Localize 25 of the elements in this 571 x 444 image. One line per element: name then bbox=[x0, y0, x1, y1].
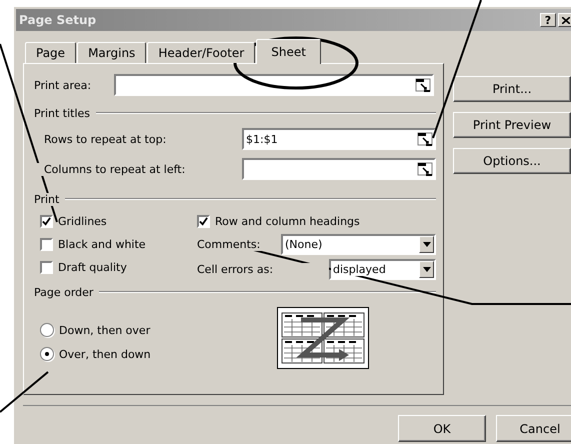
checkbox-label: Draft quality bbox=[58, 260, 127, 274]
radio-label: Down, then over bbox=[59, 324, 150, 336]
group-heading: Print bbox=[34, 192, 60, 206]
tab[interactable]: Header/Footer bbox=[147, 42, 256, 63]
field-value: $1:$1 bbox=[245, 132, 279, 146]
dialog-button[interactable]: Print Preview bbox=[453, 112, 571, 138]
tab[interactable]: Page bbox=[25, 42, 76, 63]
group-heading: Print titles bbox=[34, 106, 90, 120]
help-button[interactable]: ? bbox=[540, 13, 556, 27]
checkbox-label: Gridlines bbox=[58, 214, 107, 228]
radio-label: Over, then down bbox=[59, 348, 151, 360]
checkbox-label: Black and white bbox=[58, 238, 146, 250]
comments-dropdown[interactable]: (None) bbox=[281, 234, 436, 254]
range-field[interactable]: $1:$1 bbox=[242, 128, 436, 150]
checkbox-label: Row and column headings bbox=[215, 214, 360, 228]
group-heading: Page order bbox=[34, 286, 94, 298]
cell-errors-dropdown[interactable]: displayed bbox=[329, 258, 436, 280]
field-label: Cell errors as: bbox=[197, 262, 329, 276]
dialog-button[interactable]: OK bbox=[398, 415, 486, 442]
dialog-button[interactable]: Print... bbox=[453, 76, 571, 102]
dialog-button[interactable]: Options... bbox=[453, 148, 571, 174]
dialog-button[interactable]: Cancel bbox=[496, 415, 571, 442]
tab[interactable]: Margins bbox=[77, 42, 146, 63]
tab[interactable]: Sheet bbox=[256, 39, 321, 64]
window-title: Page Setup bbox=[19, 13, 96, 27]
